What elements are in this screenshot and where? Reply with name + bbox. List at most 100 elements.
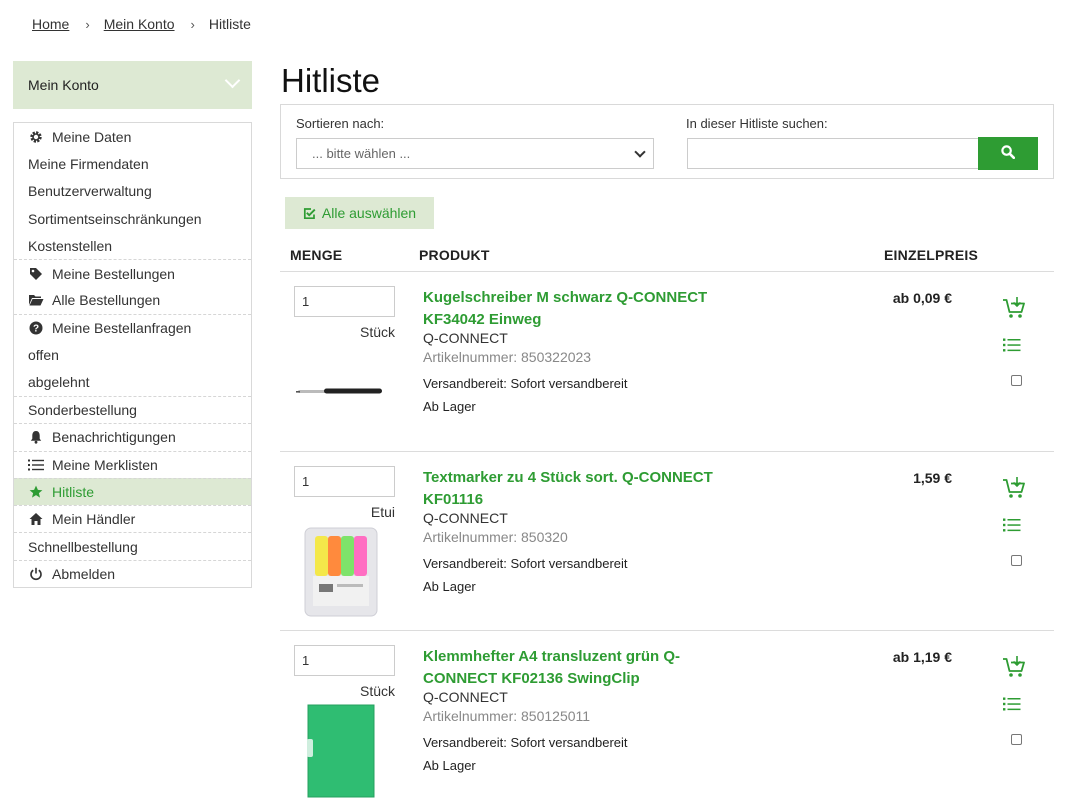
sidebar-item-label: Meine Bestellanfragen: [52, 320, 192, 337]
unit-label: Stück: [359, 324, 395, 340]
product-image[interactable]: [294, 524, 388, 620]
search-label: In dieser Hitliste suchen:: [686, 116, 828, 131]
product-name-link[interactable]: Kugelschreiber M schwarz Q-CONNECT KF340…: [423, 287, 743, 331]
column-header-price: EINZELPREIS: [884, 247, 978, 263]
sidebar-item-label: offen: [28, 347, 59, 364]
product-brand: Q-CONNECT: [423, 510, 508, 526]
shipping-status: Versandbereit: Sofort versandbereit: [423, 376, 628, 391]
breadcrumb-current: Hitliste: [208, 16, 251, 32]
sidebar-item-benachrichtigungen[interactable]: Benachrichtigungen: [14, 423, 251, 450]
sidebar-item-label: Meine Bestellungen: [52, 265, 175, 282]
sort-label: Sortieren nach:: [296, 116, 385, 131]
sidebar-item-label: Abmelden: [52, 565, 116, 582]
product-name-link[interactable]: Textmarker zu 4 Stück sort. Q-CONNECT KF…: [423, 467, 743, 511]
power-icon: [28, 566, 44, 582]
star-icon: [28, 484, 44, 500]
sidebar-header[interactable]: Mein Konto: [13, 61, 252, 109]
sort-select[interactable]: ... bitte wählen ...: [296, 138, 654, 169]
sidebar-menu: Meine Daten Meine Firmendaten Benutzerve…: [13, 122, 252, 589]
add-to-cart-icon[interactable]: [1002, 655, 1026, 682]
select-all-label: Alle auswählen: [321, 205, 417, 221]
breadcrumb: Home › Mein Konto › Hitliste: [32, 16, 251, 32]
product-row: 1 Stück Klemmhefter A4 transluzent grün …: [280, 631, 1054, 809]
sidebar-item-label: Sortimentseinschränkungen: [28, 210, 202, 227]
sidebar-item-meine-daten[interactable]: Meine Daten: [14, 123, 251, 150]
gear-icon: [28, 129, 44, 145]
select-checkbox[interactable]: [1011, 375, 1022, 386]
breadcrumb-account-link[interactable]: Mein Konto: [104, 16, 175, 32]
stock-status: Ab Lager: [423, 579, 476, 594]
check-square-icon: [303, 207, 316, 220]
sidebar-item-schnellbestellung[interactable]: Schnellbestellung: [14, 532, 251, 559]
home-icon: [28, 511, 44, 527]
sidebar-item-firmendaten[interactable]: Meine Firmendaten: [14, 150, 251, 177]
sidebar-item-label: Hitliste: [52, 484, 95, 500]
unit-price: ab 0,09 €: [892, 290, 952, 306]
sidebar-header-label: Mein Konto: [28, 77, 99, 93]
shipping-status: Versandbereit: Sofort versandbereit: [423, 735, 628, 750]
sidebar-item-hitliste[interactable]: Hitliste: [14, 477, 251, 506]
unit-label: Etui: [370, 504, 395, 520]
sidebar-item-label: Sonderbestellung: [28, 402, 137, 419]
quantity-input[interactable]: 1: [294, 286, 395, 317]
select-checkbox[interactable]: [1011, 734, 1022, 745]
folder-open-icon: [28, 292, 44, 308]
product-article-number: Artikelnummer: 850125011: [423, 708, 591, 724]
select-all-button[interactable]: Alle auswählen: [285, 197, 434, 229]
sidebar-item-abmelden[interactable]: Abmelden: [14, 559, 251, 587]
sidebar-item-label: Alle Bestellungen: [52, 292, 161, 309]
svg-text:?: ?: [33, 324, 39, 335]
product-image[interactable]: [294, 344, 388, 440]
search-icon: [1001, 145, 1016, 162]
add-to-cart-icon[interactable]: [1002, 296, 1026, 323]
column-header-qty: MENGE: [290, 247, 343, 263]
product-name-link[interactable]: Klemmhefter A4 transluzent grün Q-CONNEC…: [423, 646, 743, 690]
shipping-status: Versandbereit: Sofort versandbereit: [423, 556, 628, 571]
stock-status: Ab Lager: [423, 758, 476, 773]
sidebar-item-abgelehnt[interactable]: abgelehnt: [14, 369, 251, 396]
stock-status: Ab Lager: [423, 399, 476, 414]
sidebar-item-meine-bestellungen[interactable]: Meine Bestellungen: [14, 259, 251, 286]
sidebar-item-label: Benutzerverwaltung: [28, 183, 152, 200]
breadcrumb-home-link[interactable]: Home: [32, 16, 69, 32]
sidebar-item-merklisten[interactable]: Meine Merklisten: [14, 450, 251, 478]
product-article-number: Artikelnummer: 850320: [423, 529, 568, 545]
sidebar-item-alle-bestellungen[interactable]: Alle Bestellungen: [14, 287, 251, 314]
filter-panel: Sortieren nach: ... bitte wählen ... In …: [280, 104, 1054, 179]
add-to-list-icon[interactable]: [1003, 337, 1021, 356]
add-to-list-icon[interactable]: [1003, 517, 1021, 536]
product-row: 1 Etui Textmarker zu 4 Stück sort. Q-CON…: [280, 452, 1054, 632]
sort-select-value: ... bitte wählen ...: [312, 146, 411, 161]
chevron-down-icon: [634, 146, 646, 158]
quantity-input[interactable]: 1: [294, 645, 395, 676]
question-circle-icon: ?: [28, 320, 44, 336]
add-to-list-icon[interactable]: [1003, 696, 1021, 715]
select-checkbox[interactable]: [1011, 555, 1022, 566]
sidebar-item-sonderbestellung[interactable]: Sonderbestellung: [14, 395, 251, 423]
sidebar-item-label: Mein Händler: [52, 511, 136, 528]
chevron-right-icon: ›: [85, 16, 90, 32]
sidebar-item-haendler[interactable]: Mein Händler: [14, 505, 251, 532]
quantity-input[interactable]: 1: [294, 466, 395, 497]
product-image[interactable]: [294, 703, 388, 799]
sidebar-item-label: Meine Daten: [52, 128, 132, 145]
page-title: Hitliste: [281, 62, 381, 99]
sidebar-item-kostenstellen[interactable]: Kostenstellen: [14, 232, 251, 259]
sidebar-item-offen[interactable]: offen: [14, 341, 251, 368]
sidebar-item-benutzerverwaltung[interactable]: Benutzerverwaltung: [14, 178, 251, 205]
sidebar-item-label: abgelehnt: [28, 374, 90, 391]
sidebar-item-bestellanfragen[interactable]: ? Meine Bestellanfragen: [14, 314, 251, 341]
unit-price: ab 1,19 €: [892, 649, 952, 665]
product-brand: Q-CONNECT: [423, 330, 508, 346]
sidebar-item-label: Meine Firmendaten: [28, 155, 149, 172]
unit-price: 1,59 €: [913, 470, 952, 486]
column-header-product: PRODUKT: [419, 247, 490, 263]
add-to-cart-icon[interactable]: [1002, 476, 1026, 503]
product-brand: Q-CONNECT: [423, 689, 508, 705]
bell-icon: [28, 429, 44, 445]
search-button[interactable]: [978, 137, 1038, 170]
search-input[interactable]: [687, 138, 979, 169]
product-article-number: Artikelnummer: 850322023: [423, 349, 592, 365]
product-row: 1 Stück Kugelschreiber M schwarz Q-CONNE…: [280, 272, 1054, 452]
sidebar-item-sortimentseinschraenkungen[interactable]: Sortimentseinschränkungen: [14, 205, 251, 232]
